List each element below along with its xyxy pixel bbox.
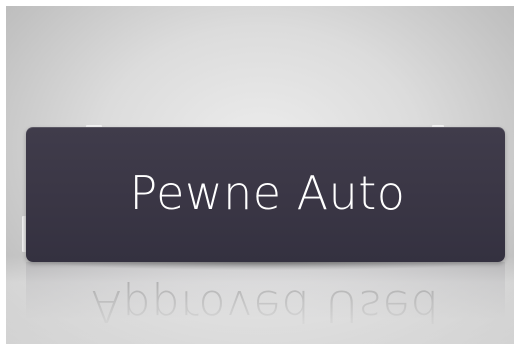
reflection-text: Approved Used [91,280,440,331]
sign-reflection: Approved Used [26,262,505,344]
image-frame: Approved Used Pewne Auto [6,6,514,344]
sign-text: Pewne Auto [129,165,406,220]
